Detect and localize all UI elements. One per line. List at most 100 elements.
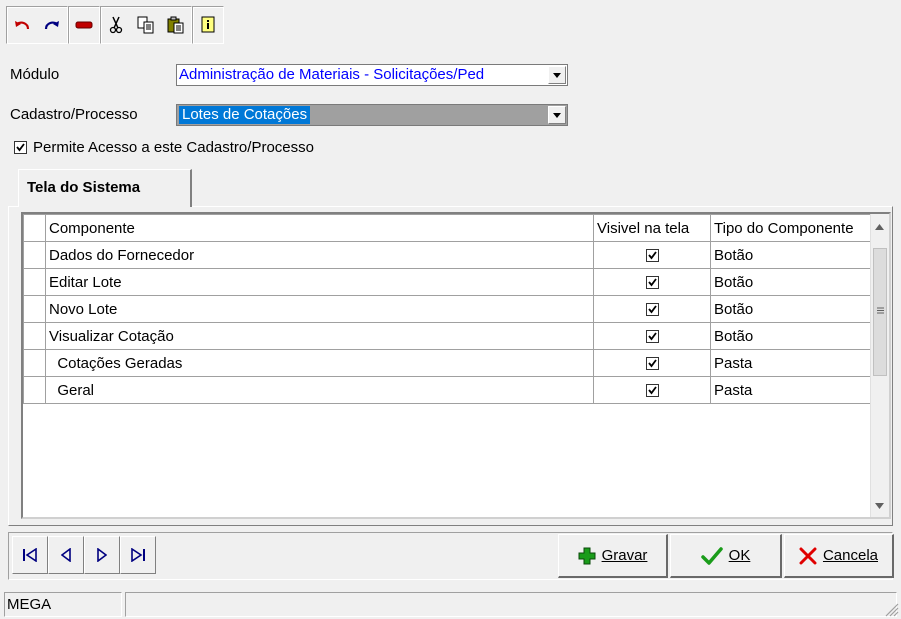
- cell-tipo[interactable]: Pasta: [710, 349, 874, 377]
- grip-icon: [877, 307, 884, 314]
- prior-record-button[interactable]: [48, 536, 84, 574]
- row-indicator[interactable]: [23, 295, 46, 323]
- cadastro-dropdown-button[interactable]: [548, 106, 566, 124]
- cancela-button[interactable]: Cancela: [784, 534, 894, 578]
- prior-record-icon: [61, 548, 71, 562]
- cell-visivel[interactable]: [593, 295, 711, 323]
- cell-tipo[interactable]: Botão: [710, 241, 874, 269]
- paste-button[interactable]: [161, 7, 191, 43]
- row-indicator[interactable]: [23, 349, 46, 377]
- info-icon: [201, 16, 215, 33]
- column-header-visivel[interactable]: Visivel na tela: [593, 214, 711, 242]
- check-icon: [647, 385, 657, 394]
- chevron-down-icon: [553, 72, 561, 78]
- gravar-button[interactable]: Gravar: [558, 534, 668, 578]
- resize-grip-icon[interactable]: [885, 603, 899, 617]
- first-record-icon: [23, 548, 37, 562]
- row-indicator[interactable]: [23, 322, 46, 350]
- cell-visivel[interactable]: [593, 322, 711, 350]
- cell-visivel[interactable]: [593, 268, 711, 296]
- cell-visivel[interactable]: [593, 376, 711, 404]
- cell-componente[interactable]: Cotações Geradas: [45, 349, 594, 377]
- cell-visivel[interactable]: [593, 241, 711, 269]
- row-indicator[interactable]: [23, 241, 46, 269]
- scroll-down-arrow-icon[interactable]: [875, 503, 884, 509]
- column-header-tipo[interactable]: Tipo do Componente: [710, 214, 874, 242]
- copy-button[interactable]: [131, 7, 161, 43]
- modulo-label: Módulo: [10, 66, 60, 83]
- copy-icon: [137, 16, 154, 34]
- cell-componente[interactable]: Dados do Fornecedor: [45, 241, 594, 269]
- cadastro-value: Lotes de Cotações: [179, 106, 311, 124]
- tab-tela-do-sistema[interactable]: Tela do Sistema: [18, 169, 192, 207]
- delete-icon: [75, 21, 93, 29]
- toolbar-group-clipboard: [100, 6, 192, 44]
- visivel-checkbox[interactable]: [645, 329, 659, 343]
- table-row[interactable]: Editar Lote Botão: [23, 268, 874, 296]
- table-row[interactable]: Cotações Geradas Pasta: [23, 349, 874, 377]
- last-record-button[interactable]: [120, 536, 156, 574]
- cell-componente[interactable]: Visualizar Cotação: [45, 322, 594, 350]
- cell-componente[interactable]: Editar Lote: [45, 268, 594, 296]
- first-record-button[interactable]: [12, 536, 48, 574]
- cancela-label: Cancela: [822, 547, 879, 564]
- row-indicator-header: [23, 214, 46, 242]
- permite-acesso-label: Permite Acesso a este Cadastro/Processo: [33, 139, 314, 156]
- next-record-button[interactable]: [84, 536, 120, 574]
- cut-icon: [109, 16, 123, 34]
- redo-button[interactable]: [37, 7, 67, 43]
- toolbar-group-delete: [68, 6, 100, 44]
- cell-visivel[interactable]: [593, 349, 711, 377]
- check-icon: [647, 358, 657, 367]
- modulo-dropdown-button[interactable]: [548, 66, 566, 84]
- status-panel-message: [125, 592, 897, 617]
- info-button[interactable]: [193, 7, 223, 43]
- status-panel-mega: MEGA: [4, 592, 122, 617]
- components-grid[interactable]: Componente Visivel na tela Tipo do Compo…: [21, 212, 891, 519]
- table-row[interactable]: Dados do Fornecedor Botão: [23, 241, 874, 269]
- visivel-checkbox[interactable]: [645, 275, 659, 289]
- scroll-up-arrow-icon[interactable]: [875, 224, 884, 230]
- ok-label: OK: [728, 547, 751, 564]
- table-row[interactable]: Geral Pasta: [23, 376, 874, 404]
- cadastro-label: Cadastro/Processo: [10, 106, 138, 123]
- cell-tipo[interactable]: Botão: [710, 268, 874, 296]
- last-record-icon: [131, 548, 145, 562]
- cadastro-select[interactable]: Lotes de Cotações: [176, 104, 568, 126]
- cut-button[interactable]: [101, 7, 131, 43]
- check-icon: [647, 331, 657, 340]
- table-row[interactable]: Visualizar Cotação Botão: [23, 322, 874, 350]
- record-navigator: [12, 536, 156, 576]
- next-record-icon: [97, 548, 107, 562]
- undo-icon: [15, 21, 30, 30]
- row-indicator[interactable]: [23, 268, 46, 296]
- table-header-row: Componente Visivel na tela Tipo do Compo…: [23, 214, 874, 242]
- visivel-checkbox[interactable]: [645, 383, 659, 397]
- cell-tipo[interactable]: Pasta: [710, 376, 874, 404]
- paste-icon: [167, 16, 184, 34]
- modulo-select[interactable]: Administração de Materiais - Solicitaçõe…: [176, 64, 568, 86]
- table-row[interactable]: Novo Lote Botão: [23, 295, 874, 323]
- cell-componente[interactable]: Geral: [45, 376, 594, 404]
- cell-tipo[interactable]: Botão: [710, 295, 874, 323]
- visivel-checkbox[interactable]: [645, 248, 659, 262]
- toolbar: [6, 6, 224, 44]
- permite-acesso-checkbox[interactable]: [14, 141, 27, 154]
- gravar-label: Gravar: [601, 547, 648, 564]
- redo-icon: [44, 21, 59, 30]
- visivel-checkbox[interactable]: [645, 356, 659, 370]
- status-bar: MEGA: [0, 590, 901, 619]
- row-indicator[interactable]: [23, 376, 46, 404]
- scrollbar-thumb[interactable]: [873, 248, 887, 376]
- toolbar-group-undo: [6, 6, 68, 44]
- vertical-scrollbar[interactable]: [870, 214, 889, 517]
- cell-componente[interactable]: Novo Lote: [45, 295, 594, 323]
- undo-button[interactable]: [7, 7, 37, 43]
- close-icon: [799, 547, 817, 564]
- cell-tipo[interactable]: Botão: [710, 322, 874, 350]
- column-header-componente[interactable]: Componente: [45, 214, 594, 242]
- delete-button[interactable]: [69, 7, 99, 43]
- plus-icon: [578, 547, 596, 564]
- visivel-checkbox[interactable]: [645, 302, 659, 316]
- ok-button[interactable]: OK: [670, 534, 782, 578]
